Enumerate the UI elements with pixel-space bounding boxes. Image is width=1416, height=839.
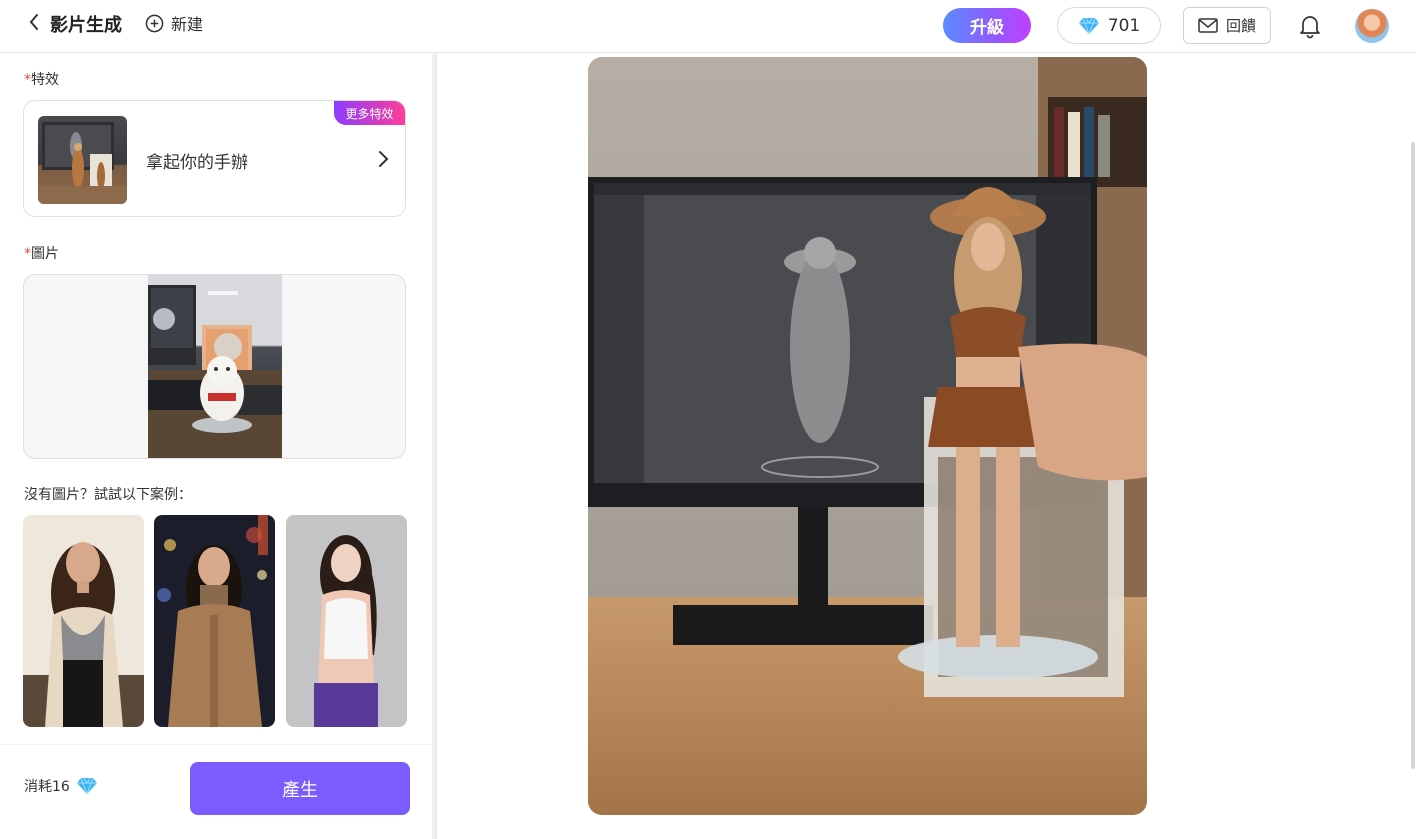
cost-info: 消耗16	[24, 776, 98, 796]
credits-count: 701	[1107, 15, 1141, 36]
example-image-3[interactable]	[286, 515, 407, 727]
example-image-2[interactable]	[154, 515, 275, 727]
generate-footer: 消耗16 產生	[0, 744, 432, 839]
settings-panel: *特效 拿起你的手辦 更多特效 *圖片 沒有圖片？試試以下案例： 消耗16 產生	[0, 54, 432, 839]
panel-divider[interactable]	[432, 54, 437, 839]
effect-thumbnail	[38, 116, 127, 204]
chevron-right-icon	[376, 150, 390, 168]
upgrade-button[interactable]: 升級	[943, 8, 1031, 43]
back-arrow-icon[interactable]	[26, 13, 42, 31]
preview-scrollbar[interactable]	[1411, 142, 1415, 769]
bell-icon[interactable]	[1298, 13, 1322, 39]
uploaded-image	[148, 275, 282, 458]
top-bar: 影片生成 新建 升級 701 回饋	[0, 0, 1416, 53]
example-image-1[interactable]	[23, 515, 144, 727]
new-button-label: 新建	[171, 15, 204, 34]
video-preview[interactable]	[588, 57, 1147, 815]
image-section-label: *圖片	[24, 246, 59, 262]
image-upload-area[interactable]	[23, 274, 406, 459]
more-effects-badge[interactable]: 更多特效	[334, 101, 405, 125]
mail-icon	[1198, 18, 1218, 33]
user-avatar[interactable]	[1355, 9, 1389, 43]
effect-name: 拿起你的手辦	[146, 153, 248, 173]
diamond-icon	[76, 777, 97, 795]
diamond-icon	[1078, 17, 1099, 34]
effect-section-label: *特效	[24, 72, 59, 88]
feedback-button[interactable]: 回饋	[1183, 7, 1271, 44]
new-button[interactable]: 新建	[145, 11, 203, 35]
credits-balance[interactable]: 701	[1057, 7, 1161, 44]
feedback-label: 回饋	[1225, 17, 1256, 35]
generate-button[interactable]: 產生	[190, 762, 410, 815]
plus-circle-icon	[145, 14, 164, 32]
effect-selector[interactable]: 拿起你的手辦 更多特效	[23, 100, 406, 217]
page-title: 影片生成	[50, 15, 122, 36]
cost-label: 消耗16	[24, 779, 70, 795]
examples-prompt: 沒有圖片？試試以下案例：	[24, 487, 192, 503]
